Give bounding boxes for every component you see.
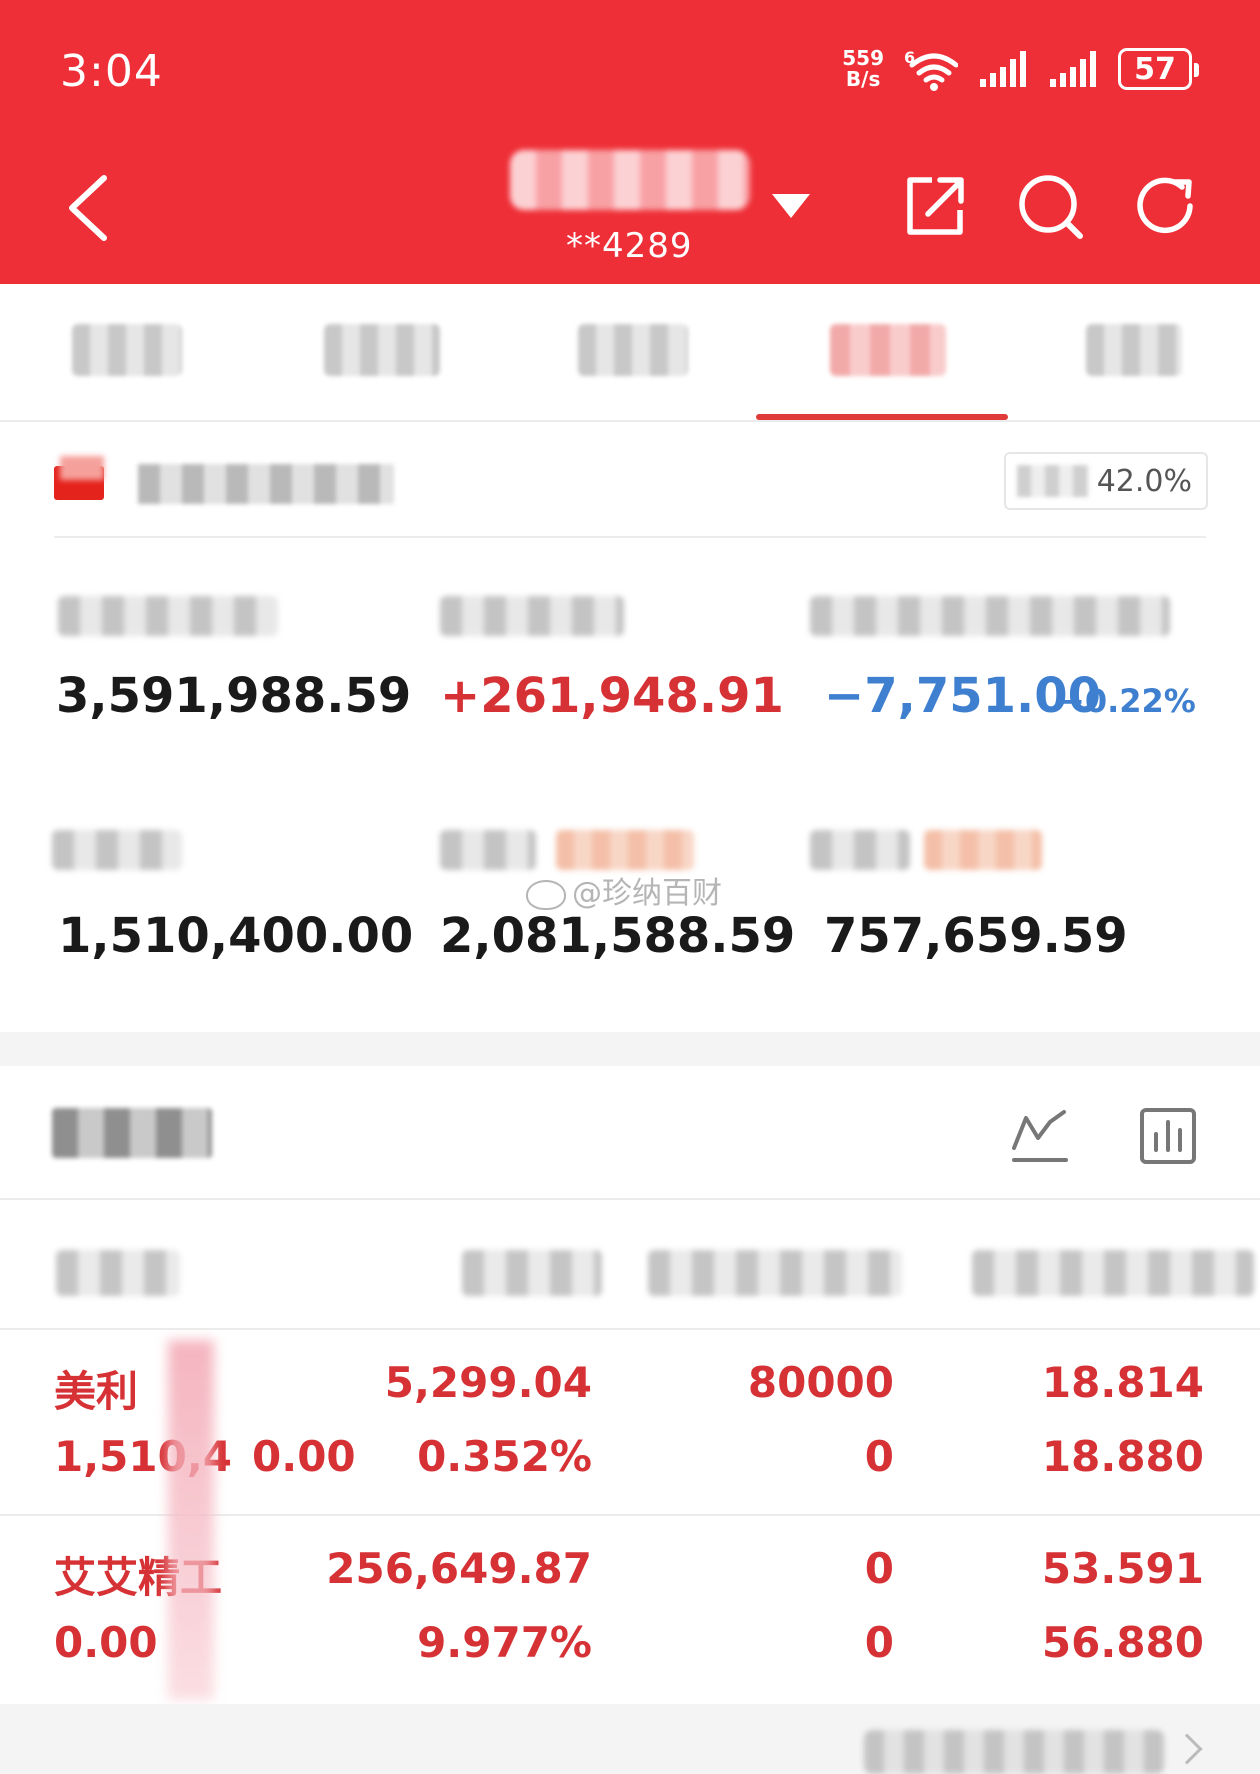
stock-cost-price: 53.591 [1041,1544,1204,1593]
broker-name-redacted[interactable] [510,150,750,210]
stock-pnl-pct: 0.352% [417,1432,592,1481]
stock-pnl-pct: 9.977% [417,1618,592,1667]
bar-chart-icon[interactable] [1136,1104,1200,1168]
back-icon[interactable] [60,172,116,244]
signal-icon [980,51,1026,87]
floating-pnl-value: +261,948.91 [440,668,784,724]
column-header-redacted[interactable] [462,1250,602,1296]
stock-hold-qty: 80000 [747,1358,894,1407]
search-icon[interactable] [1014,170,1086,242]
tab-redacted[interactable] [324,324,440,376]
tab-holdings-active[interactable] [830,324,946,376]
metric-label-redacted [810,596,1170,636]
stock-market-value: 0.00 [54,1618,158,1667]
stock-pnl: 5,299.04 [384,1358,592,1407]
stock-cost-price: 18.814 [1041,1358,1204,1407]
metric-label-redacted [924,830,1042,870]
account-number[interactable]: **4289 [566,226,693,266]
app-header: 3:04 559 B/s 6 57 **4289 [0,0,1260,284]
battery-icon: 57 [1118,48,1199,90]
stock-available-qty: 0 [864,1618,894,1667]
account-name-redacted [138,464,394,504]
market-value-value: 1,510,400.00 [58,908,414,964]
position-ratio-pill: 42.0% [1004,452,1208,510]
column-header-redacted[interactable] [972,1250,1254,1296]
account-badge-icon [54,466,104,500]
watermark: @珍纳百财 [526,868,722,912]
metric-label-redacted [440,830,536,870]
total-assets-value: 3,591,988.59 [56,668,412,724]
network-speed: 559 B/s [842,46,884,91]
divider [54,536,1206,538]
metric-label-redacted [52,830,182,870]
stock-pnl: 256,649.87 [326,1544,592,1593]
signal-icon [1050,51,1096,87]
active-tab-indicator [756,414,1008,420]
wifi-6-icon: 6 [904,48,958,91]
status-time: 3:04 [60,46,163,97]
stock-current-price: 56.880 [1041,1618,1204,1667]
tab-redacted[interactable] [578,324,688,376]
redaction-mask [168,1340,214,1700]
trend-line-icon[interactable] [1008,1104,1072,1168]
holdings-title-redacted [52,1108,212,1158]
stock-available-qty: 0 [864,1432,894,1481]
share-icon[interactable] [898,170,970,242]
dropdown-caret-icon[interactable] [772,194,810,218]
column-header-redacted[interactable] [56,1250,180,1296]
metric-5-value: 2,081,588.59 [440,908,796,964]
stock-current-price: 18.880 [1041,1432,1204,1481]
tab-redacted[interactable] [1086,324,1182,376]
stock-name: 美利 [54,1367,139,1416]
weibo-icon [526,879,566,910]
section-gap [0,1032,1260,1066]
stock-hold-qty: 0 [864,1544,894,1593]
today-pnl-pct: −0.22% [1058,682,1196,720]
trade-tabs [0,284,1260,422]
refresh-icon[interactable] [1130,170,1202,242]
account-row[interactable]: 42.0% [0,424,1260,540]
position-ratio-value: 42.0% [1096,463,1192,499]
column-header-redacted[interactable] [648,1250,902,1296]
tab-redacted[interactable] [72,324,182,376]
divider [0,1198,1260,1200]
status-icons: 559 B/s 6 57 [842,44,1199,94]
metric-label-redacted [58,596,278,636]
more-link-redacted[interactable] [864,1730,1164,1774]
metric-label-redacted [440,596,624,636]
metric-label-redacted [556,830,694,870]
position-label-redacted [1016,465,1089,497]
metric-label-redacted [810,830,910,870]
metric-6-value: 757,659.59 [824,908,1128,964]
